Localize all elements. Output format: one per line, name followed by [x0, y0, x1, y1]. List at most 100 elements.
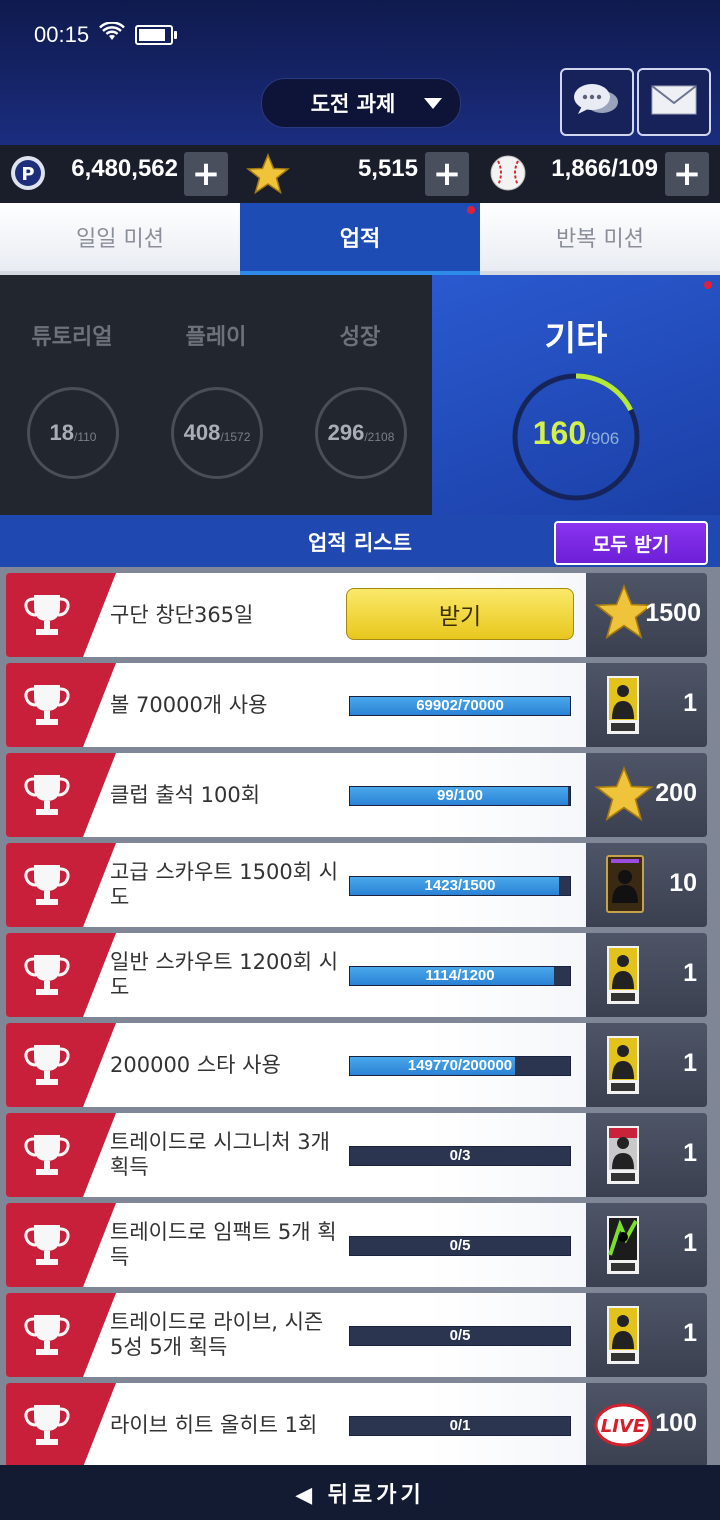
baseball-icon — [490, 155, 526, 195]
category-value: 160 — [532, 415, 587, 451]
back-button[interactable]: ◀ 뒤로가기 — [0, 1465, 720, 1520]
category-growth[interactable]: 성장 296/2108 — [288, 275, 432, 515]
category-progress-ring: 18/110 — [27, 387, 119, 479]
progress-text: 69902/70000 — [416, 697, 504, 714]
tab-achievements-label: 업적 — [339, 227, 381, 252]
category-value: 18 — [49, 420, 74, 445]
trophy-icon — [22, 1131, 72, 1183]
chat-button[interactable] — [560, 68, 634, 136]
points-coin-icon: P — [10, 155, 46, 195]
progress-text: 0/5 — [449, 1327, 471, 1344]
reward-count: 100 — [655, 1409, 697, 1437]
reward-count: 1 — [683, 689, 697, 717]
wifi-icon — [99, 21, 125, 48]
progress-text: 1114/1200 — [425, 967, 495, 984]
achievement-progress-bar: 0/5 — [349, 1236, 571, 1256]
tab-daily-mission[interactable]: 일일 미션 — [0, 203, 240, 275]
category-total: /110 — [74, 430, 97, 444]
category-etc-score: 160/906 — [432, 415, 720, 452]
achievement-progress-bar: 99/100 — [349, 786, 571, 806]
category-value: 408 — [183, 420, 221, 445]
achievement-row: 트레이드로 임팩트 5개 획득 0/5 1 — [6, 1203, 707, 1287]
category-name: 튜토리얼 — [31, 325, 113, 350]
tab-repeat-mission[interactable]: 반복 미션 — [480, 203, 720, 275]
achievement-progress-bar: 149770/200000 — [349, 1056, 571, 1076]
achievement-progress-bar: 0/3 — [349, 1146, 571, 1166]
star-currency-icon — [245, 153, 291, 199]
star-icon — [594, 765, 654, 827]
reward-box: 1 — [586, 1293, 707, 1377]
svg-text:LIVE: LIVE — [601, 1416, 646, 1437]
mail-button[interactable] — [637, 68, 711, 136]
achievement-row: 200000 스타 사용 149770/200000 1 — [6, 1023, 707, 1107]
achievement-row: 트레이드로 라이브, 시즌 5성 5개 획득 0/5 1 — [6, 1293, 707, 1377]
trophy-icon — [22, 1041, 72, 1093]
category-name: 기타 — [544, 319, 608, 359]
scout-ticket-icon — [606, 1305, 640, 1369]
mission-type-dropdown[interactable]: 도전 과제 — [261, 78, 461, 128]
reward-box: 1 — [586, 933, 707, 1017]
achievement-title: 트레이드로 시그니처 3개 획득 — [110, 1130, 330, 1179]
progress-text: 0/5 — [449, 1237, 471, 1254]
app-screen: 00:15 도전 과제 P 6,480,562 + 5,515 + 1,866/… — [0, 0, 720, 1520]
scout-ticket-icon — [606, 1035, 640, 1099]
achievement-list-header: 업적 리스트 모두 받기 — [0, 515, 720, 567]
reward-count: 1 — [683, 1229, 697, 1257]
reward-count: 10 — [669, 869, 697, 897]
achievement-title: 200000 스타 사용 — [110, 1052, 281, 1077]
dropdown-label: 도전 과제 — [310, 92, 396, 116]
chat-bubbles-icon — [572, 80, 622, 124]
claim-all-button[interactable]: 모두 받기 — [554, 521, 708, 565]
reward-box: 1 — [586, 1203, 707, 1287]
achievement-title: 볼 70000개 사용 — [110, 692, 268, 717]
reward-count: 1 — [683, 959, 697, 987]
reward-count: 1 — [683, 1049, 697, 1077]
battery-icon — [135, 25, 178, 45]
tab-achievements[interactable]: 업적 — [240, 203, 480, 275]
category-total: /2108 — [364, 430, 395, 444]
trophy-icon — [22, 771, 72, 823]
status-time: 00:15 — [34, 22, 90, 47]
category-play[interactable]: 플레이 408/1572 — [144, 275, 288, 515]
progress-text: 0/1 — [449, 1417, 471, 1434]
add-points-button[interactable]: + — [184, 152, 228, 196]
achievement-progress-bar: 69902/70000 — [349, 696, 571, 716]
status-bar: 00:15 — [34, 20, 178, 50]
reward-count: 1 — [683, 1319, 697, 1347]
achievement-title: 일반 스카우트 1200회 시도 — [110, 950, 339, 999]
category-name: 플레이 — [185, 325, 247, 350]
category-progress-ring: 408/1572 — [171, 387, 263, 479]
reward-box: 200 — [586, 753, 707, 837]
achievement-list[interactable]: 구단 창단365일 받기 1500 볼 70000개 사용 69902/70000… — [0, 567, 720, 1467]
trophy-icon — [22, 1311, 72, 1363]
category-panel-inactive: 튜토리얼 18/110 플레이 408/1572 성장 296/2108 — [0, 275, 432, 515]
achievement-row: 고급 스카우트 1500회 시도 1423/1500 10 — [6, 843, 707, 927]
achievement-categories: 튜토리얼 18/110 플레이 408/1572 성장 296/2108 기타 — [0, 275, 720, 515]
category-total: /1572 — [220, 430, 251, 444]
achievement-row: 라이브 히트 올히트 1회 0/1 LIVE 100 — [6, 1383, 707, 1467]
achievement-row: 구단 창단365일 받기 1500 — [6, 573, 707, 657]
progress-text: 1423/1500 — [424, 877, 496, 894]
achievement-progress-bar: 0/1 — [349, 1416, 571, 1436]
add-stars-button[interactable]: + — [425, 152, 469, 196]
category-progress-ring: 296/2108 — [315, 387, 407, 479]
chevron-down-icon — [424, 97, 442, 109]
balls-value: 1,866/109 — [551, 155, 658, 182]
category-etc[interactable]: 기타 160/906 — [432, 275, 720, 515]
receive-button[interactable]: 받기 — [346, 588, 574, 640]
achievement-progress-bar: 1423/1500 — [349, 876, 571, 896]
achievement-title: 트레이드로 임팩트 5개 획득 — [110, 1220, 337, 1269]
trophy-icon — [22, 1401, 72, 1453]
achievement-progress-bar: 0/5 — [349, 1326, 571, 1346]
category-tutorial[interactable]: 튜토리얼 18/110 — [0, 275, 144, 515]
achievement-row: 트레이드로 시그니처 3개 획득 0/3 1 — [6, 1113, 707, 1197]
scout-ticket-icon — [606, 675, 640, 739]
trophy-icon — [22, 1221, 72, 1273]
add-balls-button[interactable]: + — [665, 152, 709, 196]
progress-text: 0/3 — [449, 1147, 471, 1164]
category-value: 296 — [327, 420, 365, 445]
achievement-title: 클럽 출석 100회 — [110, 782, 261, 807]
achievement-title: 구단 창단365일 — [110, 602, 254, 627]
reward-box: 1 — [586, 1023, 707, 1107]
points-value: 6,480,562 — [71, 155, 178, 182]
